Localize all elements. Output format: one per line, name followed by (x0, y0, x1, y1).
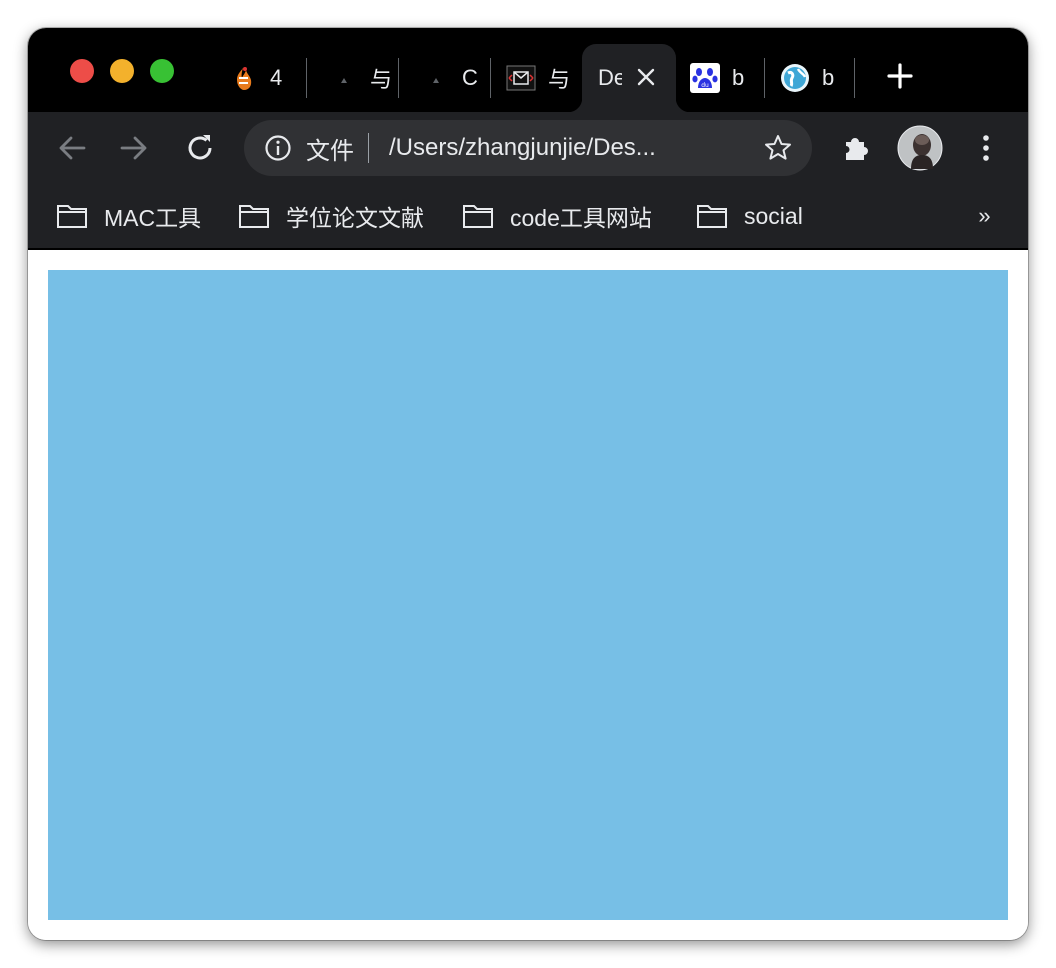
puzzle-icon (846, 138, 868, 160)
info-icon[interactable] (262, 132, 294, 164)
security-chip-label: 文件 (306, 137, 354, 165)
tab-3[interactable]: 与 (506, 44, 572, 112)
folder-icon (238, 203, 270, 229)
reload-icon (188, 135, 212, 160)
folder-icon (56, 203, 88, 229)
tab-separator (490, 58, 491, 98)
back-arrow-icon (59, 136, 86, 160)
minimize-window-button[interactable] (110, 59, 134, 83)
close-window-button[interactable] (70, 59, 94, 83)
blue-box (48, 270, 1008, 920)
tab-title: 4 (270, 65, 283, 90)
bookmark-label: MAC工具 (104, 205, 202, 231)
tab-title: 与 (548, 67, 571, 92)
svg-text:du: du (701, 82, 709, 89)
bookmark-star-icon[interactable] (762, 132, 794, 164)
reload-button[interactable] (180, 128, 220, 168)
page-content (28, 250, 1028, 940)
bookmark-folder[interactable]: 学位论文文献 (238, 198, 424, 234)
tab-6[interactable]: b (780, 44, 854, 112)
bookmark-label: code工具网站 (510, 205, 652, 231)
tab-1[interactable]: 与 (328, 44, 398, 112)
tab-active[interactable]: De (568, 44, 690, 112)
triangle-icon (420, 63, 450, 93)
tab-0[interactable]: 4 (228, 44, 306, 112)
tab-separator (854, 58, 855, 98)
forward-button[interactable] (114, 128, 154, 168)
menu-button[interactable] (966, 128, 1006, 168)
close-tab-icon[interactable] (636, 65, 656, 91)
tab-separator (398, 58, 399, 98)
new-tab-button[interactable] (882, 58, 918, 94)
bookmarks-bar: MAC工具 学位论文文献 code工具网站 social » (28, 184, 1028, 250)
profile-avatar[interactable] (896, 124, 944, 172)
tab-title: 与 (370, 67, 393, 92)
bookmark-label: 学位论文文献 (286, 205, 424, 231)
extensions-button[interactable] (836, 128, 876, 168)
bookmark-label: social (744, 202, 803, 229)
tab-separator (764, 58, 765, 98)
url-text[interactable]: /Users/zhangjunjie/Des... (389, 134, 709, 162)
plus-icon (887, 63, 913, 89)
bookmark-folder[interactable]: code工具网站 (462, 198, 652, 234)
tab-separator (306, 58, 307, 98)
tab-5[interactable]: du b (690, 44, 764, 112)
bookmark-folder[interactable]: MAC工具 (56, 198, 201, 234)
tab-2[interactable]: C (420, 44, 490, 112)
globe-icon (780, 63, 810, 93)
bookmarks-overflow-button[interactable]: » (968, 198, 998, 234)
tab-title: b (822, 65, 835, 90)
kebab-menu-icon (983, 135, 989, 161)
avatar (897, 125, 943, 171)
folder-icon (462, 203, 494, 229)
forward-arrow-icon (120, 136, 147, 160)
triangle-icon (328, 63, 358, 93)
tab-strip: 4 与 C 与 De du b b (28, 28, 1028, 112)
omnibox-divider (368, 133, 369, 163)
tab-title: De (598, 65, 622, 90)
flame-icon (228, 63, 258, 93)
toolbar: 文件 /Users/zhangjunjie/Des... (28, 112, 1028, 184)
browser-window: 4 与 C 与 De du b b 文件 /Users/zhangjunjie/… (28, 28, 1028, 940)
folder-icon (696, 203, 728, 229)
tab-title: b (732, 65, 745, 90)
bookmark-folder[interactable]: social (696, 198, 803, 234)
zoom-window-button[interactable] (150, 59, 174, 83)
omnibox[interactable]: 文件 /Users/zhangjunjie/Des... (244, 120, 812, 176)
tab-title: C (462, 65, 478, 90)
back-button[interactable] (52, 128, 92, 168)
baidu-paw-icon: du (690, 63, 720, 93)
mail-icon (506, 63, 536, 93)
